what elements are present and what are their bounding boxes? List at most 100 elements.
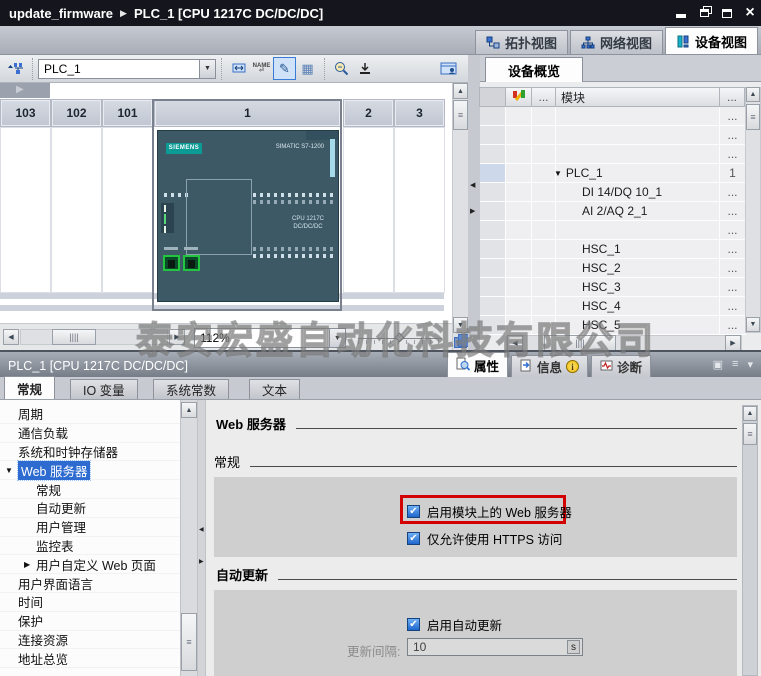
subtab-general[interactable]: 常规: [4, 376, 55, 399]
table-row[interactable]: ...: [480, 145, 746, 164]
nav-item-user-defined-pages[interactable]: ▶ 用户自定义 Web 页面: [0, 555, 180, 574]
vertical-scrollbar-thumb[interactable]: ≡: [453, 100, 468, 130]
device-select-combobox[interactable]: PLC_1 ▼: [38, 59, 216, 79]
scroll-left-button[interactable]: ◀: [3, 329, 19, 345]
collapse-triangle-icon[interactable]: ▼: [5, 466, 13, 475]
table-row[interactable]: HSC_4 ...: [480, 297, 746, 316]
col-header-ellipsis2[interactable]: ...: [719, 87, 745, 107]
nav-item-user-management[interactable]: 用户管理: [0, 518, 180, 537]
scroll-up-button[interactable]: ▲: [181, 402, 197, 418]
table-row[interactable]: ...: [480, 107, 746, 126]
table-row[interactable]: ...: [480, 221, 746, 240]
nav-item-cycle[interactable]: 周期: [0, 405, 180, 424]
edit-pen-button[interactable]: ✎: [273, 57, 296, 80]
scroll-down-button[interactable]: ▼: [453, 317, 468, 333]
overview-hscrollbar-track[interactable]: [506, 335, 742, 351]
scroll-up-button[interactable]: ▲: [743, 406, 757, 421]
subtab-io-tags[interactable]: IO 变量: [70, 379, 138, 399]
tab-device-overview[interactable]: 设备概览: [485, 57, 583, 82]
nav-item-address-overview[interactable]: 地址总览: [0, 649, 180, 668]
nav-item-web-general[interactable]: 常规: [0, 480, 180, 499]
slot-header-102[interactable]: 102: [51, 99, 102, 127]
slot-body-102[interactable]: [51, 127, 102, 293]
minimize-button[interactable]: [674, 6, 688, 20]
slot-body-2[interactable]: [343, 127, 394, 293]
scroll-right-button[interactable]: ▶: [169, 329, 185, 345]
table-row[interactable]: HSC_2 ...: [480, 259, 746, 278]
col-header-status[interactable]: [505, 87, 532, 107]
zoom-level-combobox[interactable]: 112% ▼: [194, 328, 346, 348]
device-canvas[interactable]: ▶ 103 102 101 1 2 3 SIEMENS SIMATIC S7-1…: [0, 83, 452, 323]
tab-network-view[interactable]: 网络视图: [570, 30, 663, 54]
panel-list-icon[interactable]: ≡: [732, 358, 738, 371]
float-panel-icon[interactable]: ▣: [713, 358, 723, 371]
scroll-up-button[interactable]: ▲: [453, 83, 468, 99]
collapse-right-icon[interactable]: ▶: [470, 207, 475, 215]
table-row[interactable]: HSC_5 ...: [480, 316, 746, 335]
tab-info[interactable]: 信息 i: [511, 355, 588, 377]
nav-item-time[interactable]: 时间: [0, 593, 180, 612]
subtab-texts[interactable]: 文本: [249, 379, 300, 399]
zoom-dropdown-icon[interactable]: ▼: [329, 329, 345, 347]
slot-body-103[interactable]: [0, 127, 51, 293]
tab-topology-view[interactable]: 拓扑视图: [475, 30, 568, 54]
plc-module-image[interactable]: SIEMENS SIMATIC S7-1200 CPU 1217CDC/DC/D…: [157, 130, 339, 302]
tab-diagnostics[interactable]: 诊断: [591, 355, 651, 377]
enable-auto-update-checkbox[interactable]: ✔: [407, 618, 420, 631]
scroll-right-button[interactable]: ▶: [725, 335, 741, 351]
expand-triangle-icon[interactable]: ▶: [24, 560, 30, 569]
table-row[interactable]: AI 2/AQ 2_1 ...: [480, 202, 746, 221]
collapse-panel-icon[interactable]: ▾: [747, 358, 753, 371]
nav-item-watch-tables[interactable]: 监控表: [0, 537, 180, 556]
enable-webserver-checkbox[interactable]: ✔: [407, 505, 420, 518]
expand-triangle-icon[interactable]: ▼: [554, 169, 562, 178]
content-vscrollbar[interactable]: ▲ ≡: [742, 405, 758, 676]
col-header-module[interactable]: 模块: [555, 87, 720, 107]
nav-item-system-clock-memory[interactable]: 系统和时钟存储器: [0, 443, 180, 462]
update-interval-input[interactable]: 10 s: [407, 638, 583, 656]
nav-content-splitter[interactable]: ◀ ▶: [197, 400, 206, 676]
table-row-plc1[interactable]: ▼PLC_1 1: [480, 164, 746, 183]
col-header-rowselector[interactable]: [479, 87, 506, 107]
zoom-slider[interactable]: [358, 334, 442, 346]
table-row[interactable]: HSC_1 ...: [480, 240, 746, 259]
collapse-left-icon[interactable]: ◀: [199, 526, 204, 533]
subtab-system-constants[interactable]: 系统常数: [153, 379, 229, 399]
undock-network-icon[interactable]: [4, 57, 27, 80]
close-button[interactable]: ×: [743, 6, 757, 20]
overview-hscrollbar-thumb[interactable]: ||||: [544, 335, 616, 351]
horizontal-scrollbar-thumb[interactable]: ||||: [52, 329, 96, 345]
name-label-button[interactable]: NAME⏎: [250, 57, 273, 80]
split-view-icon[interactable]: [454, 337, 467, 348]
device-view-vscrollbar[interactable]: ▲ ≡ ▼: [452, 83, 468, 350]
restore-button[interactable]: [697, 6, 711, 20]
content-vscrollbar-thumb[interactable]: ≡: [743, 423, 757, 445]
tab-device-view[interactable]: 设备视图: [665, 27, 758, 54]
slot-header-3[interactable]: 3: [394, 99, 445, 127]
https-only-checkbox[interactable]: ✔: [407, 532, 420, 545]
maximize-button[interactable]: [720, 6, 734, 20]
measure-button[interactable]: [227, 57, 250, 80]
slot-header-101[interactable]: 101: [102, 99, 153, 127]
nav-item-ui-languages[interactable]: 用户界面语言: [0, 574, 180, 593]
nav-item-communication-load[interactable]: 通信负载: [0, 424, 180, 443]
device-select-dropdown-icon[interactable]: ▼: [199, 60, 215, 78]
scroll-up-button[interactable]: ▲: [746, 87, 760, 102]
slot-body-101[interactable]: [102, 127, 153, 293]
grid-area-button[interactable]: ▦: [296, 57, 319, 80]
nav-item-protection[interactable]: 保护: [0, 612, 180, 631]
nav-vscrollbar-thumb[interactable]: ≡: [181, 613, 197, 671]
col-header-ellipsis[interactable]: ...: [531, 87, 556, 107]
nav-item-web-server[interactable]: ▼ Web 服务器: [0, 461, 180, 480]
slot-body-3[interactable]: [394, 127, 445, 293]
slot-header-2[interactable]: 2: [343, 99, 394, 127]
nav-item-connection-resources[interactable]: 连接资源: [0, 631, 180, 650]
collapse-left-icon[interactable]: ◀: [470, 181, 475, 189]
page-preview-button[interactable]: [437, 57, 460, 80]
nav-vscrollbar[interactable]: ▲ ≡: [180, 400, 197, 676]
table-row[interactable]: DI 14/DQ 10_1 ...: [480, 183, 746, 202]
zoom-out-button[interactable]: [330, 57, 353, 80]
slot-header-103[interactable]: 103: [0, 99, 51, 127]
fit-to-view-button[interactable]: [353, 57, 376, 80]
tab-properties[interactable]: 属性: [447, 352, 508, 377]
